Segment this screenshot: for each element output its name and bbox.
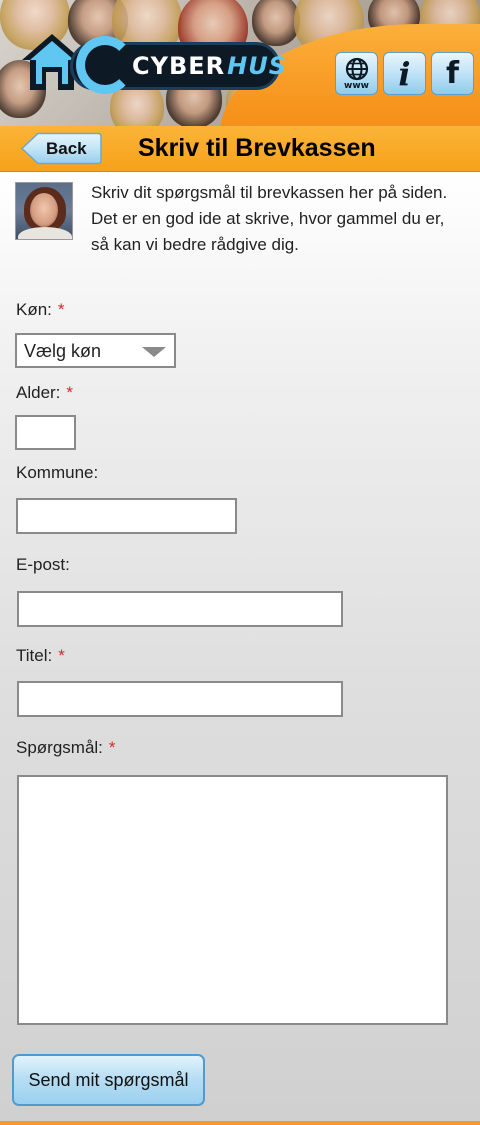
logo-text-hus: HUS [227,52,288,80]
gender-select[interactable]: Vælg køn [15,333,176,368]
gender-label-text: Køn: [16,300,52,319]
question-form: Skriv dit spørgsmål til brevkassen her p… [0,172,480,1121]
avatar-face [30,193,58,227]
intro-text: Skriv dit spørgsmål til brevkassen her p… [91,183,448,254]
title-label-text: Titel: [16,646,53,665]
cyberhus-logo[interactable]: CYBERHUS [20,30,286,94]
email-label-text: E-post: [16,555,70,574]
question-label: Spørgsmål: * [16,738,116,758]
back-button[interactable]: Back [20,132,102,165]
send-question-button[interactable]: Send mit spørgsmål [12,1054,205,1106]
municipality-input[interactable] [16,498,237,534]
age-label: Alder: * [16,383,73,403]
facebook-button[interactable]: f [431,52,474,95]
email-input[interactable] [17,591,343,627]
municipality-label: Kommune: [16,463,98,483]
logo-text: CYBERHUS [132,52,287,80]
email-label: E-post: [16,555,70,575]
back-label: Back [46,139,87,158]
info-button[interactable]: i [383,52,426,95]
bottom-accent-bar [0,1121,480,1125]
avatar-body [18,227,72,239]
age-input[interactable] [15,415,76,450]
facebook-icon: f [445,56,460,91]
title-required-marker: * [58,646,65,665]
question-label-text: Spørgsmål: [16,738,103,757]
title-label: Titel: * [16,646,65,666]
title-input[interactable] [17,681,343,717]
gender-select-value: Vælg køn [24,341,102,361]
gender-label: Køn: * [16,300,65,320]
header-banner: CYBERHUS www i f [0,0,480,126]
title-bar: Back Skriv til Brevkassen [0,126,480,172]
question-textarea[interactable] [17,775,448,1025]
globe-icon [345,57,368,80]
info-icon: i [398,54,411,93]
question-required-marker: * [108,738,116,757]
logo-c-mark [76,36,134,94]
header-icon-group: www i f [335,52,474,95]
chevron-down-icon [142,347,166,357]
age-required-marker: * [66,383,74,402]
municipality-label-text: Kommune: [16,463,99,482]
www-button[interactable]: www [335,52,378,95]
counselor-avatar [15,182,73,240]
logo-text-cyber: CYBER [132,52,226,80]
gender-required-marker: * [57,300,65,319]
www-label: www [344,80,369,91]
age-label-text: Alder: [16,383,61,402]
page-title: Skriv til Brevkassen [138,134,376,162]
